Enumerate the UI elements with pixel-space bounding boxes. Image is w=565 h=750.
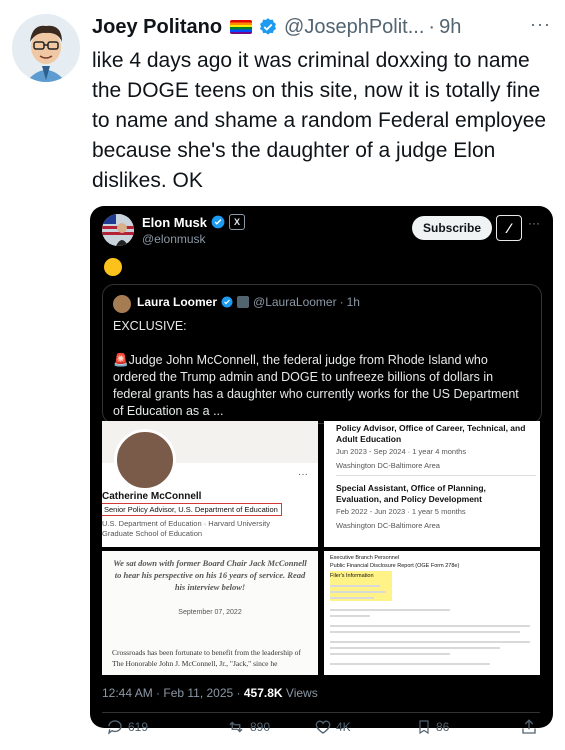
- quoted-post[interactable]: Laura Loomer @LauraLoomer · 1h EXCLUSIVE…: [102, 284, 542, 435]
- x-affiliate-icon: X: [229, 214, 246, 230]
- embed-author-handle: @elonmusk: [142, 232, 206, 246]
- article-date: September 07, 2022: [178, 609, 242, 616]
- tweet-header: Joey Politano @JosephPolit... · 9h ···: [92, 12, 551, 42]
- quote-headline: EXCLUSIVE:: [113, 319, 187, 333]
- bookmark-icon: [419, 720, 429, 735]
- views-count: 457.8K: [243, 686, 283, 700]
- bookmark-button[interactable]: 86: [416, 718, 449, 736]
- post-timestamp: 12:44 AM · Feb 11, 2025 · 457.8K Views: [102, 686, 318, 700]
- job-dates: Feb 2022 - Jun 2023 · 1 year 5 months: [336, 507, 466, 516]
- tweet-text: like 4 days ago it was criminal doxxing …: [92, 49, 547, 192]
- verified-badge-icon: [211, 215, 225, 229]
- embed-author-row: Elon Musk X: [142, 214, 246, 230]
- share-button[interactable]: [520, 718, 542, 736]
- quote-text-block: EXCLUSIVE: 🚨Judge John McConnell, the fe…: [113, 318, 523, 437]
- quote-time: 1h: [346, 295, 360, 309]
- separator-dot: ·: [428, 15, 436, 38]
- rainbow-flag-icon: [230, 20, 253, 34]
- form-line: Executive Branch Personnel: [330, 555, 400, 561]
- loomer-avatar: [113, 295, 131, 313]
- form-line: Filer's Information: [330, 573, 374, 579]
- reply-count: 619: [128, 720, 149, 734]
- elon-avatar: [102, 214, 134, 246]
- like-count: 4K: [336, 720, 351, 734]
- timestamp-text: 12:44 AM · Feb 11, 2025 ·: [102, 686, 244, 700]
- form-text-line: [330, 591, 386, 593]
- quote-author-name: Laura Loomer: [137, 295, 218, 309]
- job-dates: Jun 2023 - Sep 2024 · 1 year 4 months: [336, 447, 467, 456]
- verified-badge-icon: [260, 18, 277, 35]
- divider: [102, 712, 540, 713]
- form-text-line: [330, 615, 370, 617]
- profile-title: Senior Policy Advisor, U.S. Department o…: [102, 503, 282, 516]
- views-label: Views: [285, 686, 318, 700]
- profile-school: Graduate School of Education: [102, 529, 203, 538]
- quote-header: Laura Loomer @LauraLoomer · 1h: [137, 295, 360, 309]
- action-bar: 619 890 4K 86: [92, 718, 552, 742]
- repost-icon: [229, 721, 243, 733]
- image-grid[interactable]: ··· Catherine McConnell Senior Policy Ad…: [102, 421, 540, 675]
- article-image[interactable]: We sat down with former Board Chair Jack…: [102, 551, 318, 675]
- form-text-line: [330, 647, 500, 649]
- thinking-face-icon: [104, 258, 122, 276]
- form-text-line: [330, 641, 530, 643]
- cartoon-avatar-icon: [12, 14, 80, 82]
- profile-photo: [114, 429, 176, 491]
- article-quote: We sat down with former Board Chair Jack…: [113, 558, 307, 592]
- form-text-line: [330, 597, 374, 599]
- form-text-line: [330, 631, 520, 633]
- siren-icon: 🚨: [113, 353, 129, 367]
- more-options-icon[interactable]: ···: [528, 216, 540, 230]
- divider: [336, 475, 536, 476]
- affiliate-badge-icon: [237, 296, 250, 308]
- form-line: Public Financial Disclosure Report (OGE …: [330, 563, 460, 569]
- verified-badge-icon: [221, 296, 233, 308]
- form-text-line: [330, 585, 380, 587]
- share-icon: [522, 719, 536, 734]
- embedded-screenshot[interactable]: Elon Musk X @elonmusk Subscribe ⁄ ··· La…: [90, 206, 553, 728]
- profile-meta: U.S. Department of Education · Harvard U…: [102, 519, 270, 539]
- reply-button[interactable]: 619: [106, 718, 148, 736]
- author-handle[interactable]: @JosephPolit...: [284, 16, 424, 39]
- profile-name: Catherine McConnell: [102, 491, 202, 502]
- quote-author-handle: @LauraLoomer: [253, 295, 337, 309]
- more-options-icon: ···: [298, 469, 308, 480]
- article-paragraph: Crossroads has been fortunate to benefit…: [112, 648, 301, 668]
- subscribe-button[interactable]: Subscribe: [412, 216, 492, 240]
- form-text-line: [330, 653, 450, 655]
- form-text-line: [330, 663, 490, 665]
- like-button[interactable]: 4K: [314, 718, 351, 736]
- heart-icon: [315, 720, 331, 734]
- grok-icon[interactable]: ⁄: [496, 215, 522, 241]
- separator-dot: ·: [339, 295, 344, 309]
- more-options-icon[interactable]: ···: [530, 14, 551, 35]
- job-location: Washington DC-Baltimore Area: [336, 461, 440, 470]
- linkedin-profile-image[interactable]: ··· Catherine McConnell Senior Policy Ad…: [102, 421, 318, 547]
- job-title: Special Assistant, Office of Planning, E…: [336, 483, 486, 504]
- bookmark-count: 86: [436, 720, 450, 734]
- job-title: Policy Advisor, Office of Career, Techni…: [336, 423, 526, 444]
- quote-body: Judge John McConnell, the federal judge …: [113, 353, 519, 418]
- form-text-line: [330, 609, 450, 611]
- embed-author-name: Elon Musk: [142, 214, 208, 230]
- quote-body-row: 🚨Judge John McConnell, the federal judge…: [113, 352, 523, 420]
- author-name[interactable]: Joey Politano: [92, 16, 222, 39]
- author-avatar[interactable]: [12, 14, 80, 82]
- reply-icon: [107, 720, 122, 735]
- linkedin-experience-image[interactable]: Policy Advisor, Office of Career, Techni…: [324, 421, 540, 547]
- form-text-line: [330, 625, 530, 627]
- tweet-time[interactable]: 9h: [439, 16, 461, 39]
- elon-avatar-icon: [102, 214, 134, 246]
- disclosure-form-image[interactable]: Executive Branch Personnel Public Financ…: [324, 551, 540, 675]
- repost-count: 890: [250, 720, 271, 734]
- profile-org: U.S. Department of Education · Harvard U…: [102, 519, 270, 528]
- repost-button[interactable]: 890: [226, 718, 270, 736]
- job-location: Washington DC-Baltimore Area: [336, 521, 440, 530]
